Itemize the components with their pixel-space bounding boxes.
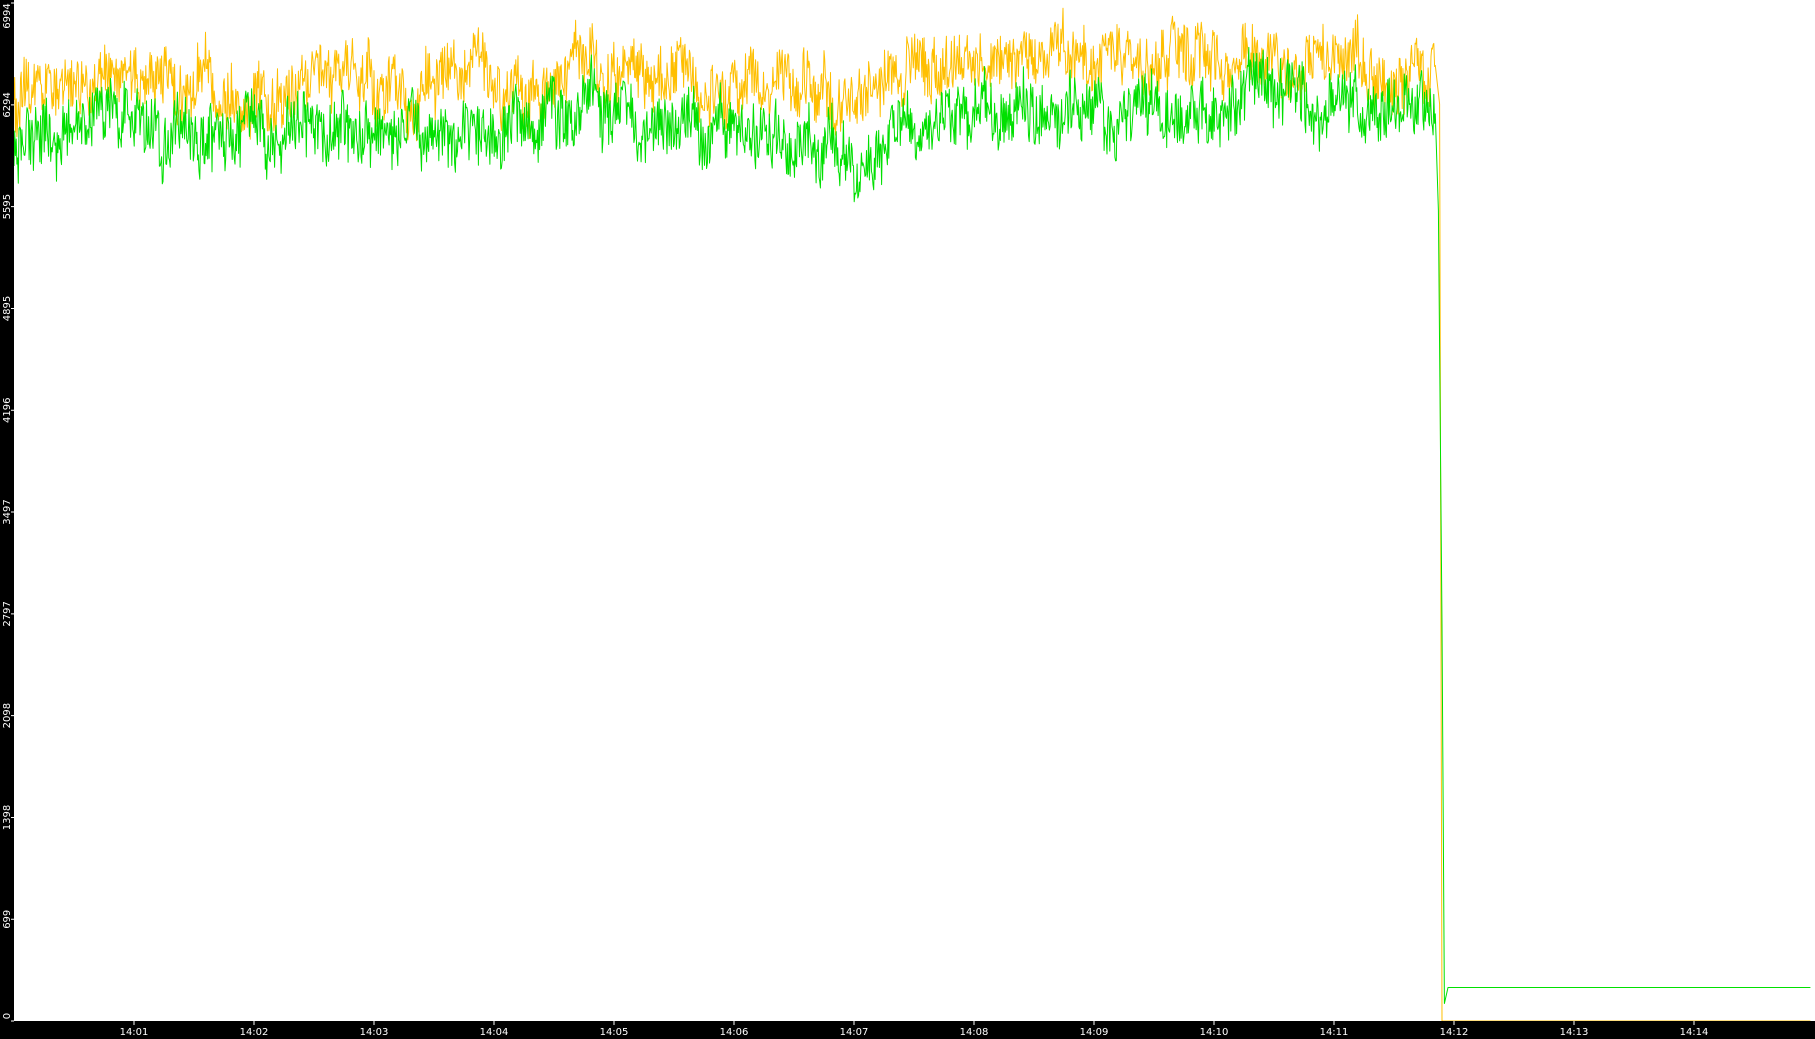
x-tick-label: 14:11 [1320, 1027, 1349, 1038]
x-tick-label: 14:08 [960, 1027, 989, 1038]
y-tick-label: 4196 [2, 398, 13, 423]
x-tick-label: 14:13 [1560, 1027, 1589, 1038]
x-tick-label: 14:04 [480, 1027, 509, 1038]
line-chart: 0 699 1398 2098 2797 3497 4196 4895 5595 6294 6994… [0, 0, 1815, 1039]
y-tick-label: 699 [2, 910, 13, 929]
x-tick-label: 14:09 [1080, 1027, 1109, 1038]
x-tick-label: 14:05 [600, 1027, 629, 1038]
y-tick-label: 1398 [2, 805, 13, 830]
y-tick-label: 2098 [2, 703, 13, 728]
y-tick-label: 0 [2, 1013, 13, 1019]
y-tick-label: 3497 [2, 499, 13, 524]
chart-root: 0 699 1398 2098 2797 3497 4196 4895 5595 6294 6994… [0, 0, 1815, 1039]
x-tick-label: 14:10 [1200, 1027, 1229, 1038]
y-tick-label: 6994 [2, 3, 13, 28]
y-tick-label: 5595 [2, 194, 13, 219]
x-axis-band [0, 1021, 1815, 1039]
y-tick-label: 4895 [2, 296, 13, 321]
y-tick-label: 2797 [2, 601, 13, 626]
x-tick-label: 14:06 [720, 1027, 749, 1038]
x-tick-label: 14:07 [840, 1027, 869, 1038]
y-tick-label: 6294 [2, 92, 13, 117]
x-tick-label: 14:01 [120, 1027, 149, 1038]
x-tick-label: 14:14 [1680, 1027, 1709, 1038]
x-tick-label: 14:12 [1440, 1027, 1469, 1038]
x-tick-label: 14:02 [240, 1027, 269, 1038]
plot-background [0, 0, 1815, 1039]
x-tick-label: 14:03 [360, 1027, 389, 1038]
